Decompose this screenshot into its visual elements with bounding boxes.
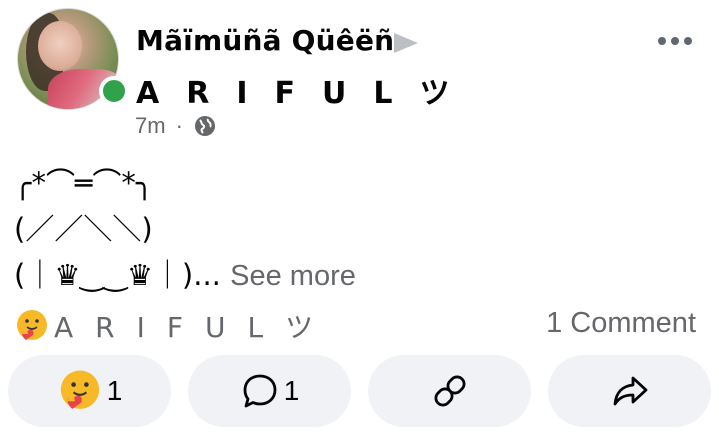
post-time[interactable]: 7m (135, 113, 166, 139)
post-body-line-2: (／／＼＼) (14, 212, 153, 246)
author-name[interactable]: Mãïmüñã Qüêëñ (136, 24, 394, 57)
meta-separator: · (175, 113, 183, 138)
arrow-right-icon (394, 33, 418, 53)
globe-icon (194, 116, 215, 136)
care-hug-emoji (60, 370, 99, 409)
share-arrow-icon (613, 376, 647, 406)
post-body-line-1: ╭*⌒═⌒*╮ (14, 166, 154, 200)
post-meta: 7m · (135, 113, 217, 139)
post-body-line-3: (｜♛‿‿♛｜) (14, 258, 194, 292)
post-actions: 1 1 (8, 355, 713, 427)
care-hug-emoji (17, 310, 47, 340)
comment-bubble-icon (243, 374, 277, 408)
link-icon (434, 375, 465, 407)
react-count: 1 (106, 375, 123, 406)
group-name[interactable]: ARIFULツ (136, 68, 476, 112)
reaction-names[interactable]: ARIFULツ (54, 306, 335, 346)
comment-button[interactable]: 1 (188, 355, 351, 427)
post-body: ╭*⌒═⌒*╮ (／／＼＼) (｜♛‿‿♛｜)... See more (14, 160, 356, 299)
reaction-summary[interactable]: ARIFULツ 1 Comment (14, 305, 704, 347)
copy-link-button[interactable] (368, 355, 531, 427)
post-body-ellipsis: ... (193, 258, 221, 292)
share-button[interactable] (548, 355, 711, 427)
comment-count-link[interactable]: 1 Comment (546, 307, 696, 340)
comment-count: 1 (283, 375, 300, 406)
more-options-icon[interactable] (658, 32, 698, 48)
see-more-link[interactable]: See more (230, 260, 356, 292)
react-button[interactable]: 1 (8, 355, 171, 427)
avatar-face (38, 21, 82, 71)
online-status-dot (99, 76, 129, 106)
